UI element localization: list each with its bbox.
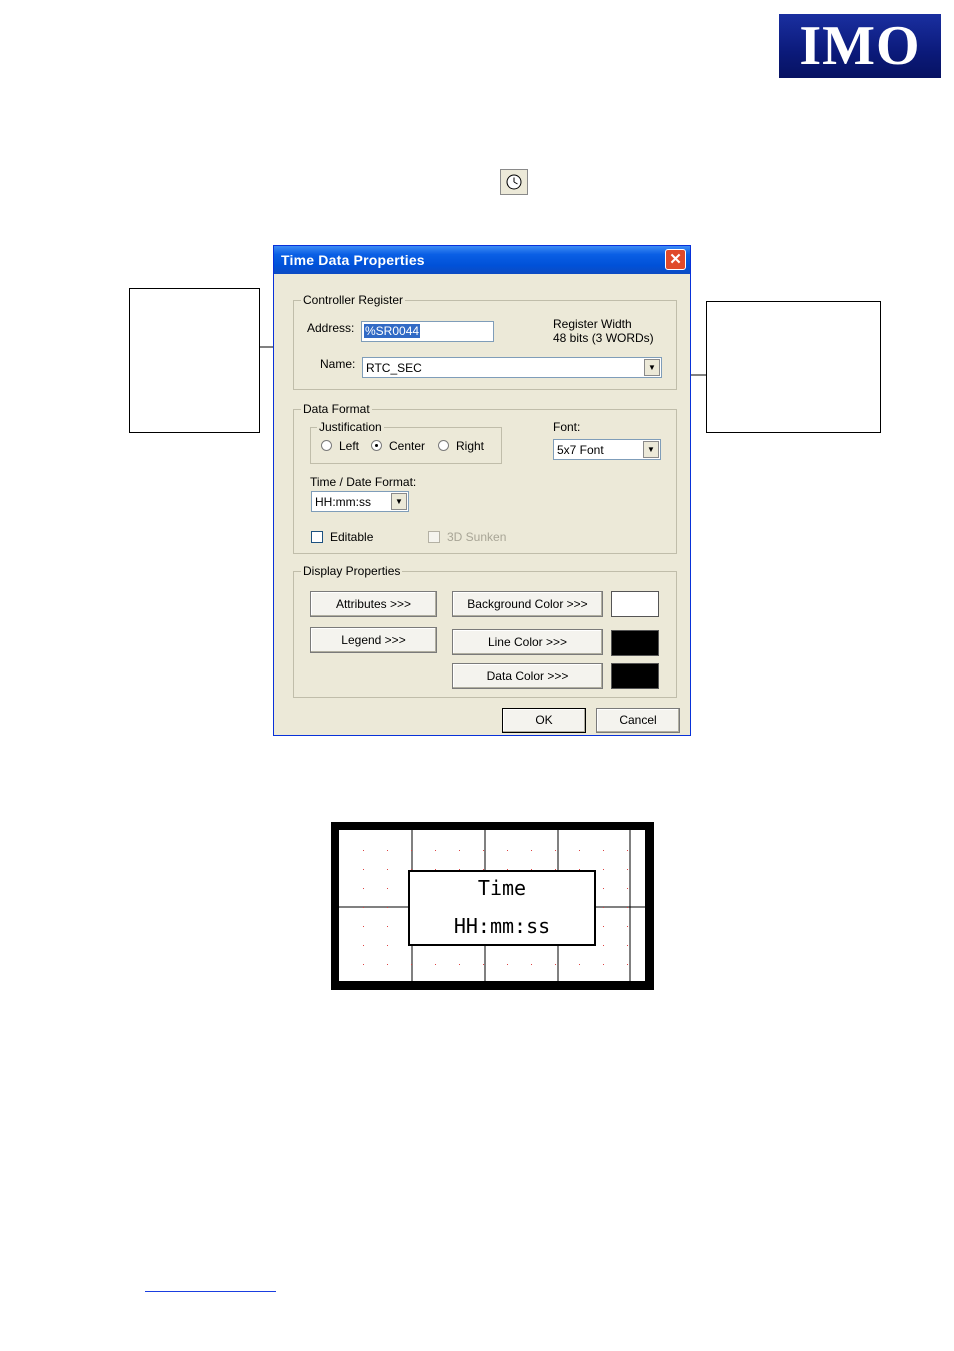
radio-right[interactable] bbox=[438, 440, 449, 451]
grid-dot bbox=[579, 964, 580, 965]
grid-dot bbox=[363, 850, 364, 851]
grid-dot bbox=[603, 964, 604, 965]
ok-button[interactable]: OK bbox=[502, 708, 586, 733]
grid-dot bbox=[627, 945, 628, 946]
legend-button[interactable]: Legend >>> bbox=[310, 627, 437, 653]
dialog-titlebar[interactable]: Time Data Properties ✕ bbox=[274, 246, 690, 274]
grid-dot bbox=[627, 964, 628, 965]
grid-dot bbox=[387, 945, 388, 946]
controller-register-label: Controller Register bbox=[301, 293, 406, 307]
3d-sunken-checkbox[interactable] bbox=[428, 531, 440, 543]
grid-dot bbox=[627, 926, 628, 927]
grid-dot bbox=[603, 907, 604, 908]
radio-center-label: Center bbox=[389, 439, 426, 453]
display-properties-label: Display Properties bbox=[301, 564, 403, 578]
grid-dot bbox=[387, 850, 388, 851]
grid-dot bbox=[555, 964, 556, 965]
grid-dot bbox=[483, 964, 484, 965]
name-value: RTC_SEC bbox=[366, 361, 422, 375]
address-label: Address: bbox=[307, 321, 355, 335]
font-value: 5x7 Font bbox=[557, 443, 604, 457]
grid-dot bbox=[459, 964, 460, 965]
display-preview: Time HH:mm:ss bbox=[331, 822, 654, 990]
chevron-down-icon[interactable]: ▼ bbox=[643, 441, 659, 458]
chevron-down-icon[interactable]: ▼ bbox=[644, 359, 660, 376]
background-color-button[interactable]: Background Color >>> bbox=[452, 591, 603, 617]
radio-left-label: Left bbox=[339, 439, 360, 453]
time-date-format-combo[interactable]: HH:mm:ss ▼ bbox=[311, 491, 409, 512]
grid-dot bbox=[603, 945, 604, 946]
radio-left[interactable] bbox=[321, 440, 332, 451]
name-combo[interactable]: RTC_SEC ▼ bbox=[362, 357, 662, 378]
font-label: Font: bbox=[553, 420, 581, 434]
grid-dot bbox=[411, 850, 412, 851]
grid-dot bbox=[387, 869, 388, 870]
grid-dot bbox=[603, 850, 604, 851]
register-width-label: Register Width bbox=[553, 317, 632, 331]
time-legend: Time bbox=[477, 876, 527, 900]
grid-dot bbox=[411, 964, 412, 965]
attributes-button[interactable]: Attributes >>> bbox=[310, 591, 437, 617]
close-button[interactable]: ✕ bbox=[665, 249, 686, 270]
justification-label: Justification bbox=[317, 420, 384, 434]
chevron-down-icon[interactable]: ▼ bbox=[391, 493, 407, 510]
grid-dot bbox=[627, 869, 628, 870]
editable-checkbox[interactable] bbox=[311, 531, 323, 543]
editable-label: Editable bbox=[330, 530, 374, 544]
grid-dot bbox=[459, 850, 460, 851]
grid-dot bbox=[603, 926, 604, 927]
grid-dot bbox=[363, 964, 364, 965]
grid-dot bbox=[627, 907, 628, 908]
grid-dot bbox=[603, 869, 604, 870]
preview-screen: Time HH:mm:ss bbox=[339, 830, 645, 981]
grid-dot bbox=[603, 888, 604, 889]
time-data-properties-dialog: Time Data Properties ✕ Controller Regist… bbox=[273, 245, 691, 736]
time-data-object[interactable]: Time HH:mm:ss bbox=[408, 870, 596, 946]
address-field[interactable]: %SR0044 bbox=[361, 321, 494, 342]
grid-dot bbox=[555, 850, 556, 851]
cancel-button[interactable]: Cancel bbox=[596, 708, 680, 733]
grid-dot bbox=[387, 888, 388, 889]
grid-dot bbox=[627, 850, 628, 851]
grid-dot bbox=[483, 850, 484, 851]
close-icon: ✕ bbox=[669, 251, 682, 268]
time-date-format-value: HH:mm:ss bbox=[315, 495, 371, 509]
time-date-format-label: Time / Date Format: bbox=[310, 475, 417, 489]
grid-dot bbox=[531, 964, 532, 965]
footer-link[interactable] bbox=[145, 1279, 276, 1292]
grid-dot bbox=[363, 907, 364, 908]
line-color-button[interactable]: Line Color >>> bbox=[452, 629, 603, 655]
grid-dot bbox=[507, 964, 508, 965]
grid-dot bbox=[579, 850, 580, 851]
time-value: HH:mm:ss bbox=[453, 914, 551, 938]
address-value: %SR0044 bbox=[364, 324, 421, 338]
font-combo[interactable]: 5x7 Font ▼ bbox=[553, 439, 661, 460]
grid-dot bbox=[387, 907, 388, 908]
grid-dot bbox=[435, 850, 436, 851]
grid-dot bbox=[363, 869, 364, 870]
grid-dot bbox=[363, 945, 364, 946]
grid-dot bbox=[435, 964, 436, 965]
grid-dot bbox=[387, 964, 388, 965]
name-label: Name: bbox=[320, 357, 356, 371]
data-format-label: Data Format bbox=[301, 402, 372, 416]
3d-sunken-label: 3D Sunken bbox=[447, 530, 507, 544]
grid-dot bbox=[363, 926, 364, 927]
radio-right-label: Right bbox=[456, 439, 485, 453]
register-width-value: 48 bits (3 WORDs) bbox=[553, 331, 654, 345]
background-color-swatch[interactable] bbox=[611, 591, 659, 617]
data-color-swatch[interactable] bbox=[611, 663, 659, 689]
grid-dot bbox=[363, 888, 364, 889]
grid-dot bbox=[507, 850, 508, 851]
radio-center[interactable] bbox=[371, 440, 382, 451]
line-color-swatch[interactable] bbox=[611, 630, 659, 656]
dialog-title: Time Data Properties bbox=[281, 252, 425, 268]
grid-dot bbox=[531, 850, 532, 851]
grid-dot bbox=[387, 926, 388, 927]
data-color-button[interactable]: Data Color >>> bbox=[452, 663, 603, 689]
grid-dot bbox=[627, 888, 628, 889]
